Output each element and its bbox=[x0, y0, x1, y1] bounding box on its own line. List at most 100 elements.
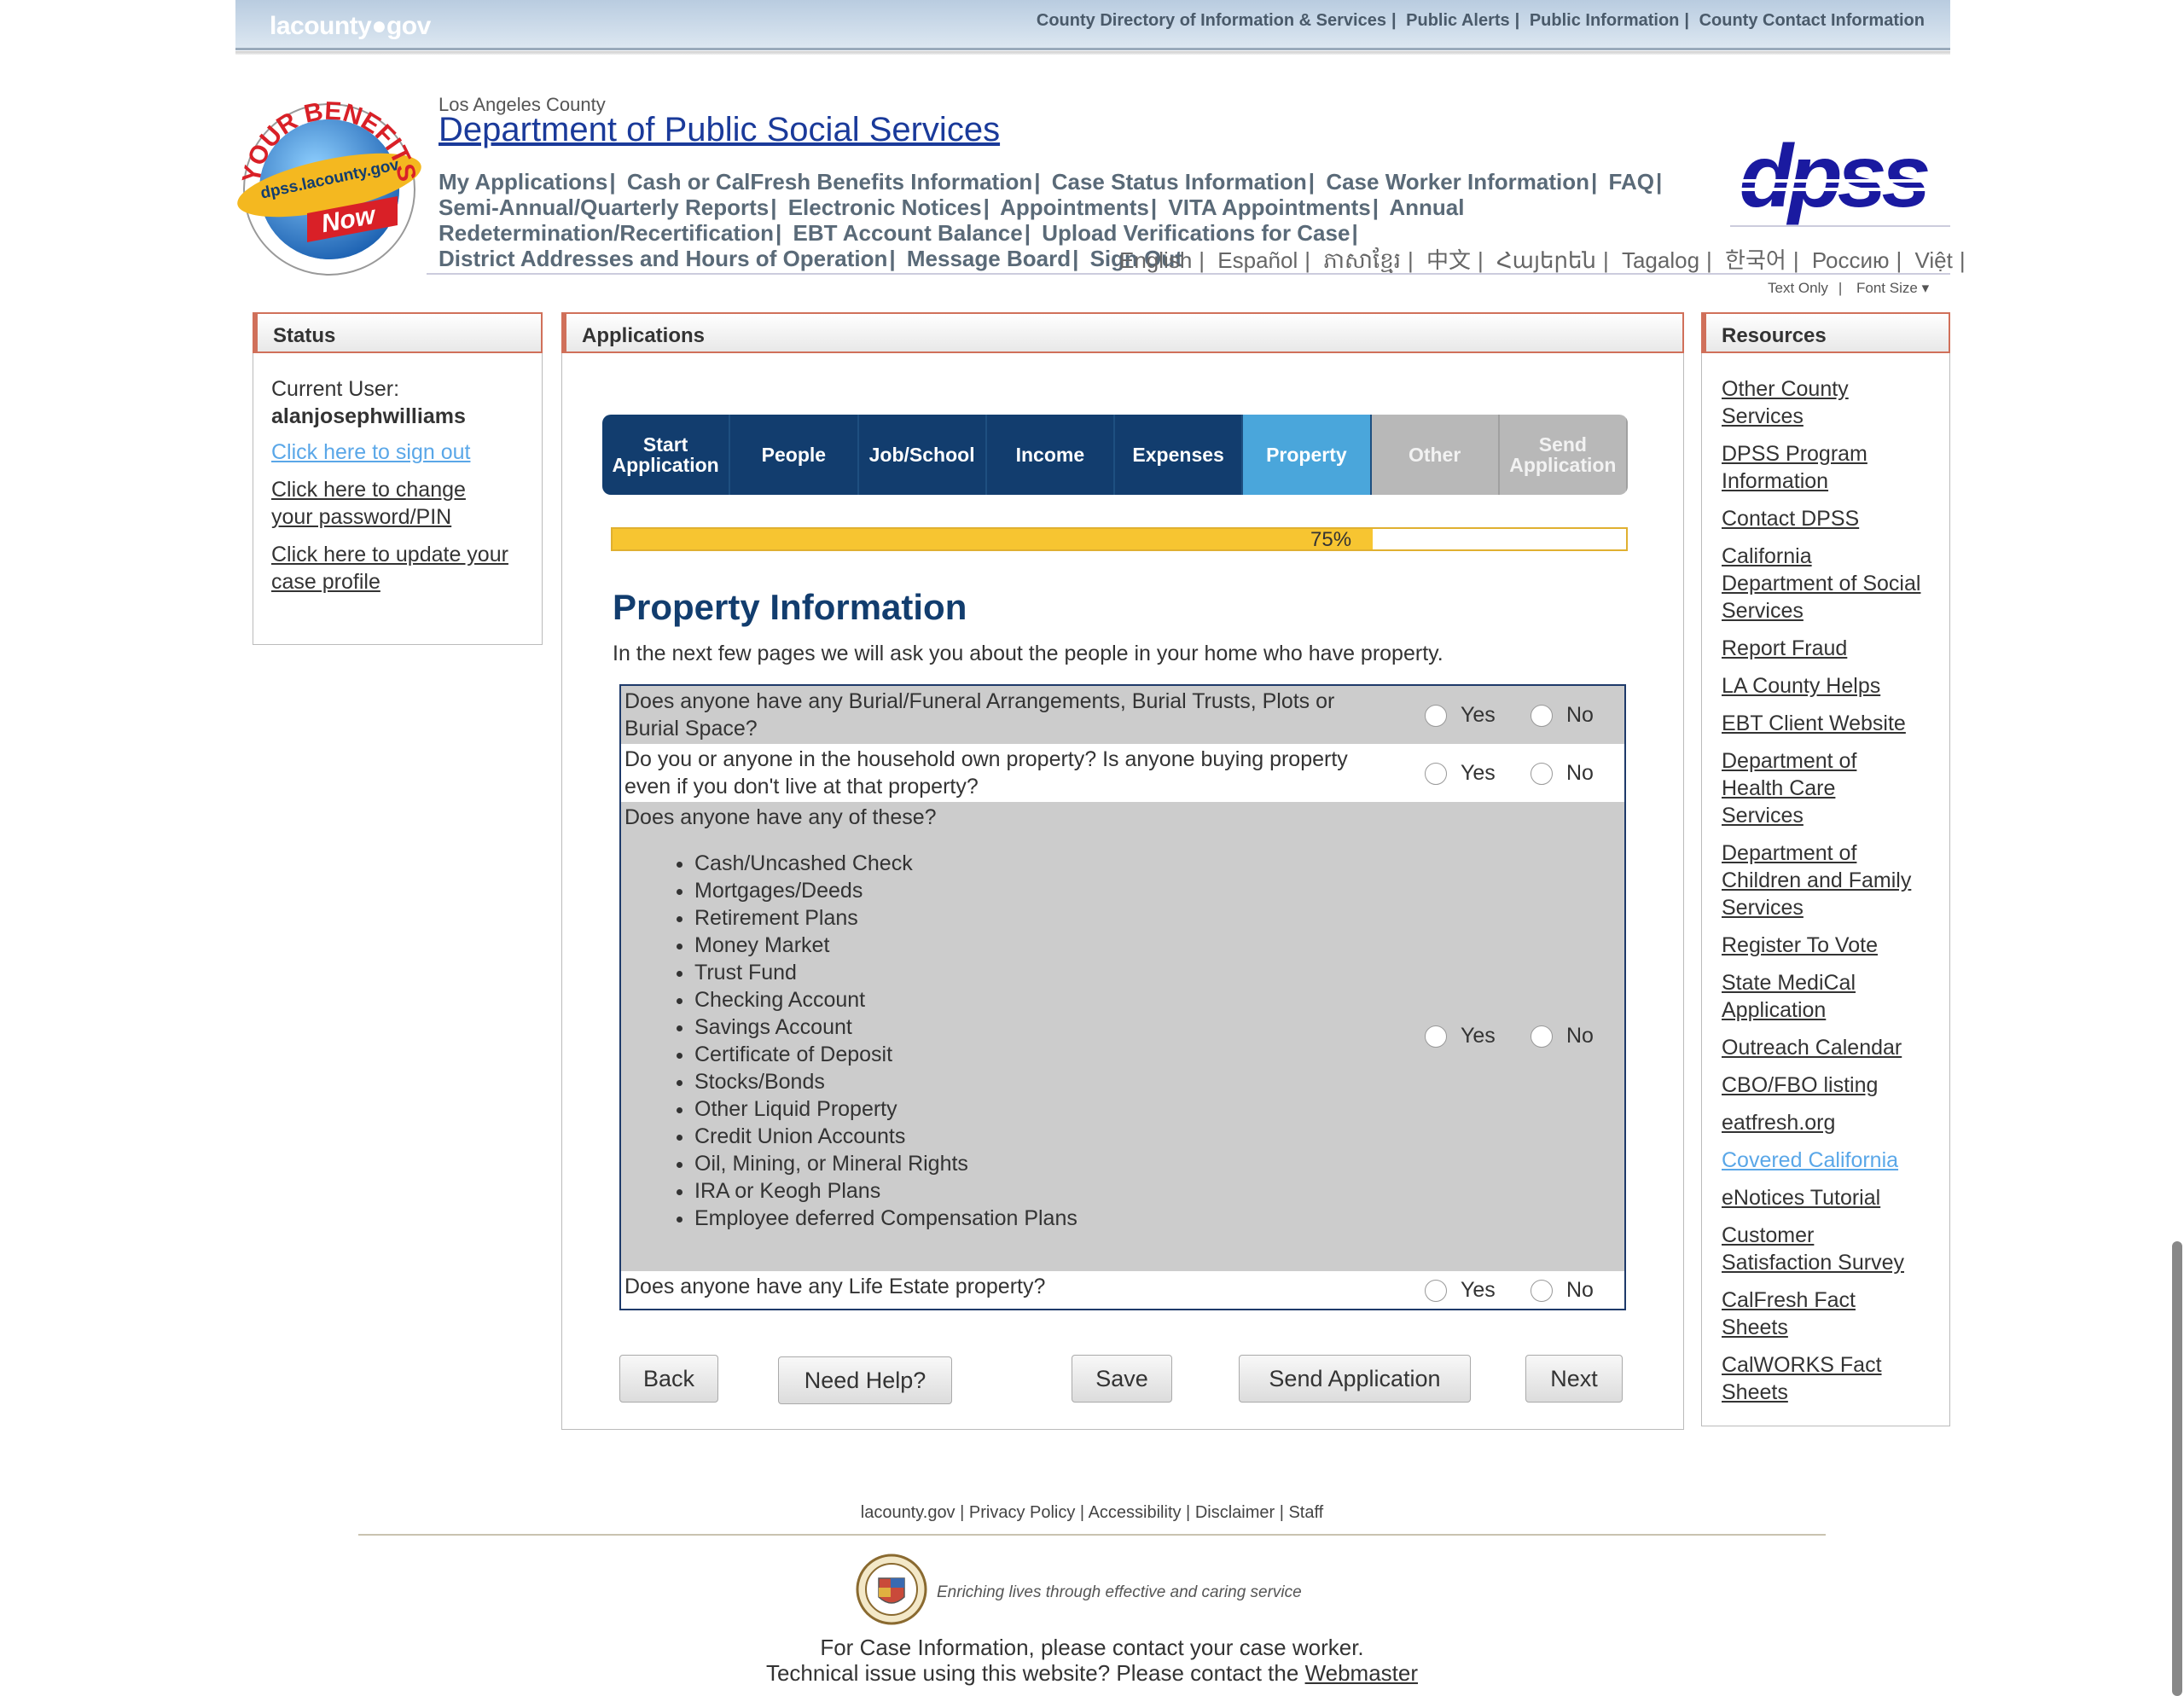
footer-divider bbox=[358, 1534, 1826, 1536]
footer-staff-link[interactable]: Staff bbox=[1288, 1503, 1323, 1522]
sign-out-link[interactable]: Click here to sign out bbox=[271, 439, 470, 466]
dept-title[interactable]: Department of Public Social Services bbox=[439, 111, 1000, 149]
lang-korean[interactable]: 한국어 bbox=[1725, 247, 1786, 273]
nav-case-status[interactable]: Case Status Information bbox=[1052, 169, 1307, 195]
font-size-menu[interactable]: Font Size ▾ bbox=[1856, 280, 1929, 296]
text-options: Text Only | Font Size ▾ bbox=[1768, 280, 1930, 296]
resource-link[interactable]: Other County Services bbox=[1722, 375, 1935, 430]
county-contact-link[interactable]: County Contact Information bbox=[1699, 11, 1925, 30]
footer-lacounty-link[interactable]: lacounty.gov bbox=[861, 1503, 956, 1522]
public-information-link[interactable]: Public Information bbox=[1530, 11, 1680, 30]
resource-link[interactable]: LA County Helps bbox=[1722, 672, 1935, 700]
dpss-logo[interactable]: dpss bbox=[1730, 128, 1935, 230]
resource-link[interactable]: Outreach Calendar bbox=[1722, 1034, 1935, 1061]
send-application-button[interactable]: Send Application bbox=[1239, 1355, 1471, 1403]
public-alerts-link[interactable]: Public Alerts bbox=[1406, 11, 1510, 30]
nav-district-addresses[interactable]: District Addresses and Hours of Operatio… bbox=[439, 246, 887, 271]
burial-no-radio[interactable] bbox=[1531, 705, 1553, 727]
asset-list-item: Employee deferred Compensation Plans bbox=[694, 1205, 1077, 1232]
next-button[interactable]: Next bbox=[1525, 1355, 1623, 1403]
questions-table: Does anyone have any Burial/Funeral Arra… bbox=[619, 684, 1626, 1310]
resource-link[interactable]: eNotices Tutorial bbox=[1722, 1184, 1935, 1211]
back-button[interactable]: Back bbox=[619, 1355, 718, 1403]
scrollbar-thumb[interactable] bbox=[2172, 1241, 2182, 1696]
resource-link[interactable]: CalWORKS Fact Sheets bbox=[1722, 1351, 1935, 1406]
resource-link[interactable]: Contact DPSS bbox=[1722, 505, 1935, 532]
own-property-yes-radio[interactable] bbox=[1425, 763, 1447, 785]
asset-list-item: Mortgages/Deeds bbox=[694, 877, 1077, 904]
lang-english[interactable]: English bbox=[1119, 247, 1192, 273]
change-password-link[interactable]: Click here to change your password/PIN bbox=[271, 476, 466, 531]
asset-list-item: Trust Fund bbox=[694, 959, 1077, 986]
nav-faq[interactable]: FAQ bbox=[1609, 169, 1654, 195]
resource-link[interactable]: Department of Health Care Services bbox=[1722, 747, 1935, 829]
assets-yes-radio[interactable] bbox=[1425, 1025, 1447, 1048]
footer-case-info: For Case Information, please contact you… bbox=[820, 1635, 1364, 1660]
resource-link[interactable]: California Department of Social Services bbox=[1722, 543, 1935, 624]
save-button[interactable]: Save bbox=[1072, 1355, 1172, 1403]
resource-link[interactable]: DPSS Program Information bbox=[1722, 440, 1935, 495]
lang-vietnamese[interactable]: Việt bbox=[1915, 247, 1953, 273]
resource-link[interactable]: eatfresh.org bbox=[1722, 1109, 1935, 1136]
step-expenses[interactable]: Expenses bbox=[1115, 415, 1244, 495]
footer-disclaimer-link[interactable]: Disclaimer bbox=[1195, 1503, 1275, 1522]
your-benefits-badge[interactable]: dpss.lacounty.gov Now YOUR BENEFITS bbox=[235, 96, 427, 276]
step-people[interactable]: People bbox=[730, 415, 859, 495]
footer-privacy-link[interactable]: Privacy Policy bbox=[969, 1503, 1075, 1522]
life-estate-yes-radio[interactable] bbox=[1425, 1280, 1447, 1302]
footer-links: lacounty.gov | Privacy Policy | Accessib… bbox=[860, 1503, 1324, 1522]
question-row-assets: Does anyone have any of these? Cash/Unca… bbox=[621, 802, 1624, 1271]
lang-russian[interactable]: Россию bbox=[1812, 247, 1890, 273]
county-seal-icon bbox=[856, 1554, 927, 1625]
lacounty-logo[interactable]: lacounty●gov bbox=[270, 12, 431, 41]
own-property-no-radio[interactable] bbox=[1531, 763, 1553, 785]
step-other: Other bbox=[1371, 415, 1500, 495]
step-start[interactable]: Start Application bbox=[602, 415, 731, 495]
lang-spanish[interactable]: Español bbox=[1217, 247, 1298, 273]
assets-no-radio[interactable] bbox=[1531, 1025, 1553, 1048]
progress-fill bbox=[613, 529, 1373, 549]
nav-case-worker[interactable]: Case Worker Information bbox=[1326, 169, 1589, 195]
lang-armenian[interactable]: Հայերեն bbox=[1496, 247, 1596, 273]
text-only-link[interactable]: Text Only bbox=[1768, 280, 1828, 296]
resource-link[interactable]: Customer Satisfaction Survey bbox=[1722, 1222, 1935, 1276]
asset-list-item: Checking Account bbox=[694, 986, 1077, 1014]
life-estate-no-radio[interactable] bbox=[1531, 1280, 1553, 1302]
nav-upload-verifications[interactable]: Upload Verifications for Case bbox=[1042, 220, 1350, 246]
webmaster-link[interactable]: Webmaster bbox=[1305, 1660, 1418, 1686]
nav-semi-annual[interactable]: Semi-Annual/Quarterly Reports bbox=[439, 195, 769, 220]
resource-link[interactable]: CalFresh Fact Sheets bbox=[1722, 1287, 1935, 1341]
asset-list-item: IRA or Keogh Plans bbox=[694, 1177, 1077, 1205]
resource-link[interactable]: Register To Vote bbox=[1722, 932, 1935, 959]
resource-link[interactable]: State MediCal Application bbox=[1722, 969, 1935, 1024]
lang-khmer[interactable]: ភាសាខ្មែរ bbox=[1323, 247, 1401, 273]
nav-ebt-balance[interactable]: EBT Account Balance bbox=[793, 220, 1023, 246]
footer-accessibility-link[interactable]: Accessibility bbox=[1089, 1503, 1182, 1522]
resource-link[interactable]: Covered California bbox=[1722, 1147, 1935, 1174]
resource-link[interactable]: CBO/FBO listing bbox=[1722, 1072, 1935, 1099]
resource-link[interactable]: Department of Children and Family Services bbox=[1722, 839, 1935, 921]
nav-electronic-notices[interactable]: Electronic Notices bbox=[788, 195, 982, 220]
nav-my-applications[interactable]: My Applications bbox=[439, 169, 607, 195]
asset-list-item: Certificate of Deposit bbox=[694, 1041, 1077, 1068]
step-property[interactable]: Property bbox=[1243, 415, 1372, 495]
burial-yes-radio[interactable] bbox=[1425, 705, 1447, 727]
lang-tagalog[interactable]: Tagalog bbox=[1622, 247, 1699, 273]
need-help-button[interactable]: Need Help? bbox=[778, 1356, 952, 1404]
resource-link[interactable]: Report Fraud bbox=[1722, 635, 1935, 662]
chevron-down-icon: ▾ bbox=[1921, 280, 1930, 296]
step-income[interactable]: Income bbox=[986, 415, 1115, 495]
resource-link[interactable]: EBT Client Website bbox=[1722, 710, 1935, 737]
nav-appointments[interactable]: Appointments bbox=[1000, 195, 1149, 220]
question-text: Do you or anyone in the household own pr… bbox=[624, 747, 1348, 799]
step-job-school[interactable]: Job/School bbox=[858, 415, 987, 495]
update-profile-link[interactable]: Click here to update your case profile bbox=[271, 541, 508, 595]
page-intro: In the next few pages we will ask you ab… bbox=[613, 642, 1443, 665]
nav-cash-calfresh[interactable]: Cash or CalFresh Benefits Information bbox=[627, 169, 1032, 195]
no-label: No bbox=[1566, 761, 1594, 785]
nav-message-board[interactable]: Message Board bbox=[907, 246, 1071, 271]
county-directory-link[interactable]: County Directory of Information & Servic… bbox=[1037, 11, 1386, 30]
no-label: No bbox=[1566, 703, 1594, 727]
nav-vita-appointments[interactable]: VITA Appointments bbox=[1168, 195, 1370, 220]
lang-chinese[interactable]: 中文 bbox=[1426, 247, 1471, 273]
